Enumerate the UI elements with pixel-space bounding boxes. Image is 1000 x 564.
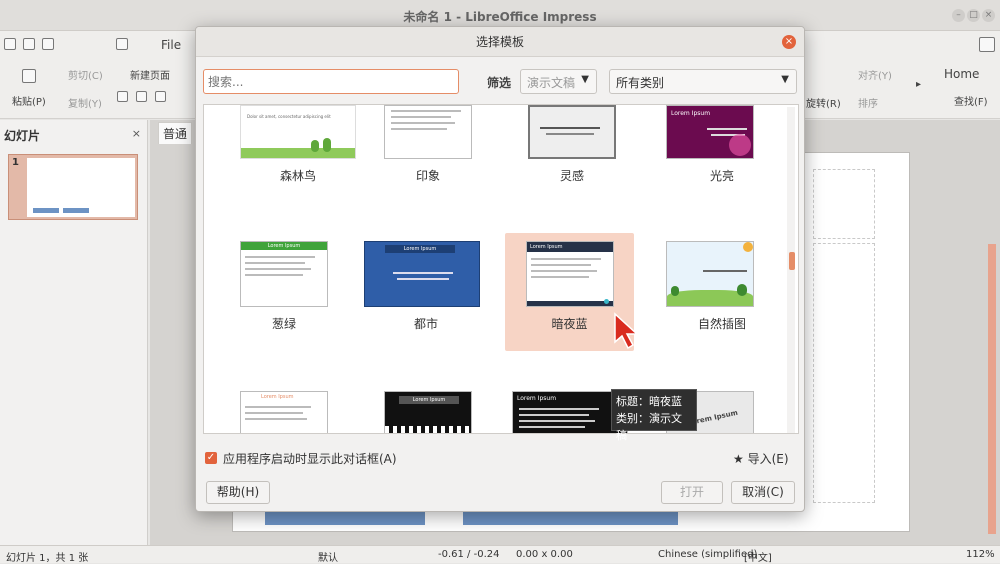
expand-arrow-icon[interactable]: ▸ [916,79,921,90]
template-impression[interactable]: 印象 [370,105,514,207]
align-button[interactable]: 对齐(Y) [858,67,892,82]
size-readout: 0.00 x 0.00 [516,549,573,560]
filter-category-select[interactable]: 所有类别 ▼ [609,69,797,94]
template-dialog: 选择模板 × 筛选 演示文稿 ▼ 所有类别 ▼ Dolor sit amet, co… [195,26,805,512]
minimize-icon[interactable]: – [952,9,965,22]
sidebar-strip [988,244,996,534]
menu-file[interactable]: File [161,38,181,52]
new-doc-icon[interactable] [4,38,16,50]
template-forest-bird[interactable]: Dolor sit amet, consectetur adipiscing e… [226,105,370,207]
template-name: 印象 [415,169,440,183]
filter-type-value: 演示文稿 [527,76,576,90]
arrange-button[interactable]: 排序 [858,95,878,110]
hamburger-menu-icon[interactable] [979,37,995,52]
comment-icon[interactable] [136,91,147,102]
ime-status: [中文] [744,553,772,564]
statusbar: 幻灯片 1，共 1 张 默认 -0.61 / -0.24 0.00 x 0.00… [0,545,1000,564]
filter-label: 筛选 [487,76,512,90]
zoom-level[interactable]: 112% [966,549,995,560]
search-input[interactable] [203,69,459,94]
template-city[interactable]: Lorem Ipsum 都市 [364,233,514,351]
paste-icon[interactable] [22,69,36,83]
template-preview: Lorem Ipsum [364,241,480,307]
open-icon[interactable] [23,38,35,50]
template-name: 光亮 [709,169,734,183]
new-page-button[interactable]: 新建页面 [130,67,170,82]
slide-pane-title: 幻灯片 [4,129,41,143]
template-inspiration[interactable]: 灵感 [514,105,658,207]
copy-button[interactable]: 复制(Y) [68,95,102,110]
template-lush-green[interactable]: Lorem Ipsum 葱绿 [226,233,370,351]
import-button[interactable]: ★ 导入(E) [733,450,789,467]
slide-number: 1 [12,157,19,168]
template-name: 灵感 [559,169,584,183]
template-grid-scrollbar[interactable] [787,107,795,433]
master-slide-icon[interactable] [155,91,166,102]
template-name: 自然插图 [697,317,746,331]
display-icon[interactable] [116,38,128,50]
show-on-startup-checkbox[interactable]: ✓ [205,452,217,464]
template-preview: Lorem Ipsum [526,241,614,307]
chevron-down-icon: ▼ [781,74,789,85]
chevron-down-icon: ▼ [581,74,589,85]
dialog-title: 选择模板 [196,27,804,57]
template-preview: Lorem Ipsum [240,241,328,307]
template-preview: Dolor sit amet, consectetur adipiscing e… [240,105,356,159]
template-preview: Lorem Ipsum [666,105,754,159]
placeholder-content [813,243,875,503]
slide-layout-icon[interactable] [117,91,128,102]
template-tooltip: 标题：暗夜蓝 类别：演示文稿 [611,389,697,442]
dialog-close-icon[interactable]: × [782,35,796,49]
slide-blue-bar [463,511,678,525]
slide-blue-bar [265,511,425,525]
position-readout: -0.61 / -0.24 [438,549,500,560]
filter-category-value: 所有类别 [616,76,665,90]
template-bright[interactable]: Lorem Ipsum 光亮 [658,105,798,207]
close-pane-icon[interactable]: × [132,127,141,140]
tooltip-title: 标题：暗夜蓝 [616,395,682,408]
tooltip-category: 类别：演示文稿 [616,412,682,442]
show-on-startup-label: 应用程序启动时显示此对话框(A) [223,452,397,466]
mouse-cursor-icon [614,312,639,350]
open-button[interactable]: 打开 [661,481,723,504]
layout-name: 默认 [318,553,338,564]
template-grid: Dolor sit amet, consectetur adipiscing e… [203,104,799,434]
filter-type-select[interactable]: 演示文稿 ▼ [520,69,597,94]
template-name: 森林鸟 [279,169,316,183]
template-row3-1[interactable]: Lorem Ipsum [226,383,370,433]
template-row3-2[interactable]: Lorem Ipsum [370,383,514,433]
star-icon: ★ [733,452,744,466]
save-icon[interactable] [42,38,54,50]
template-name: 葱绿 [271,317,296,331]
template-name: 都市 [413,317,438,331]
window-title: 未命名 1 - LibreOffice Impress [403,10,597,24]
rotate-button[interactable]: 旋转(R) [806,95,841,110]
cancel-button[interactable]: 取消(C) [731,481,795,504]
tab-home[interactable]: Home [944,67,979,81]
scrollbar-thumb[interactable] [789,252,795,270]
template-preview [528,105,616,159]
maximize-icon[interactable]: □ [967,9,980,22]
help-button[interactable]: 帮助(H) [206,481,270,504]
close-window-icon[interactable]: × [982,9,995,22]
slide-thumbnail[interactable]: 1 [8,154,138,220]
template-preview [666,241,754,307]
template-preview [384,105,472,159]
template-nature-illustration[interactable]: 自然插图 [658,233,798,351]
thumbnail-page [27,158,135,217]
slide-info: 幻灯片 1，共 1 张 [6,553,89,564]
placeholder-title [813,169,875,239]
tab-normal-view[interactable]: 普通 [158,122,192,144]
find-button[interactable]: 查找(F) [954,93,988,108]
import-label: 导入(E) [747,452,789,466]
cut-button[interactable]: 剪切(C) [68,67,103,82]
paste-button[interactable]: 粘贴(P) [12,93,46,108]
template-preview: Lorem Ipsum [240,391,328,433]
template-preview: Lorem Ipsum [384,391,472,433]
language-status[interactable]: Chinese (simplified) [658,549,757,560]
